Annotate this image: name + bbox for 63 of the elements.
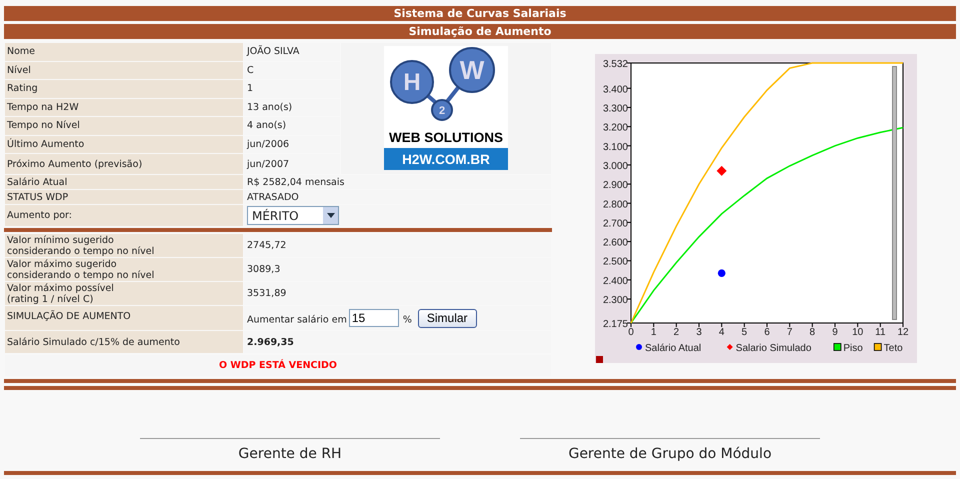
- y-tick-label: 2.400: [602, 276, 628, 287]
- x-tick-label: 4: [718, 327, 724, 338]
- marker-icon: [596, 356, 603, 363]
- field-label: Rating: [5, 80, 243, 98]
- field-label: Valor mínimo sugerido considerando o tempo no nível: [5, 234, 243, 257]
- page-title: Sistema de Curvas Salariais: [4, 6, 956, 21]
- legend-square-icon: [874, 343, 882, 351]
- legend-label: Piso: [843, 343, 863, 354]
- legend-label: Salario Simulado: [736, 343, 812, 354]
- x-tick-label: 7: [786, 327, 792, 338]
- field-label: Valor máximo sugerido considerando o tempo no nível: [5, 258, 243, 281]
- legend-label: Salário Atual: [645, 343, 702, 354]
- x-tick-label: 5: [742, 327, 748, 338]
- y-tick-label: 2.500: [602, 256, 628, 268]
- field-label: Salário Atual: [5, 175, 243, 189]
- x-tick-label: 1: [650, 327, 656, 338]
- y-tick-label: 2.900: [602, 180, 628, 192]
- data-point: [716, 166, 727, 176]
- x-tick-label: 11: [875, 327, 886, 338]
- field-label: Tempo na H2W: [5, 98, 243, 116]
- field-label: Último Aumento: [5, 136, 243, 153]
- field-value: 2.969,35: [247, 336, 294, 348]
- field-label: Nome: [5, 43, 243, 60]
- field-label: Aumentar salário em: [247, 314, 347, 325]
- x-tick-label: 0: [628, 327, 634, 338]
- field-label: Salário Simulado c/15% de aumento: [5, 331, 243, 353]
- legend-label: Teto: [884, 343, 903, 354]
- y-tick-label: 3.200: [602, 122, 628, 134]
- y-tick-label: 3.300: [602, 103, 628, 114]
- data-point: [718, 269, 726, 277]
- y-tick-label: 3.000: [602, 160, 628, 172]
- field-label: Valor máximo possível (rating 1 / nível C): [5, 282, 243, 305]
- x-tick-label: 9: [832, 327, 838, 338]
- x-tick-label: 2: [674, 327, 680, 338]
- field-label: SIMULAÇÃO DE AUMENTO: [5, 306, 243, 330]
- logo: H 2 W WEB SOLUTIONS H2W.COM.BR: [384, 46, 508, 170]
- legend-square-icon: [834, 343, 842, 351]
- y-tick-label: 2.175: [602, 319, 628, 330]
- y-tick-label: 2.300: [602, 295, 628, 306]
- legend-dot-icon: [636, 344, 642, 350]
- caret-icon: [323, 207, 338, 224]
- y-tick-label: 3.100: [602, 142, 628, 153]
- field-label: Aumento por:: [5, 205, 243, 226]
- simulate-button[interactable]: Simular: [418, 308, 477, 328]
- y-tick-label: 2.700: [602, 218, 628, 230]
- raise-type-select[interactable]: MÉRITO: [247, 206, 339, 225]
- field-label: STATUS WDP: [5, 190, 243, 204]
- x-tick-label: 3: [696, 327, 702, 338]
- field-label: Nível: [5, 62, 243, 79]
- field-label: Próximo Aumento (previsão): [5, 154, 243, 174]
- x-tick-label: 8: [810, 327, 816, 338]
- section-title: Simulação de Aumento: [4, 24, 956, 39]
- y-tick-label: 3.400: [602, 84, 628, 96]
- legend-diamond-icon: [726, 344, 733, 350]
- y-tick-label: 3.532: [602, 59, 628, 70]
- x-tick-label: 6: [764, 327, 770, 338]
- y-tick-label: 2.600: [602, 238, 628, 249]
- x-tick-label: 10: [852, 327, 864, 338]
- y-tick-label: 2.800: [602, 199, 628, 210]
- x-tick-label: 12: [897, 327, 909, 338]
- field-label: Tempo no Nível: [5, 117, 243, 134]
- percent-input[interactable]: 15: [348, 309, 399, 327]
- unit-label: %: [402, 314, 412, 325]
